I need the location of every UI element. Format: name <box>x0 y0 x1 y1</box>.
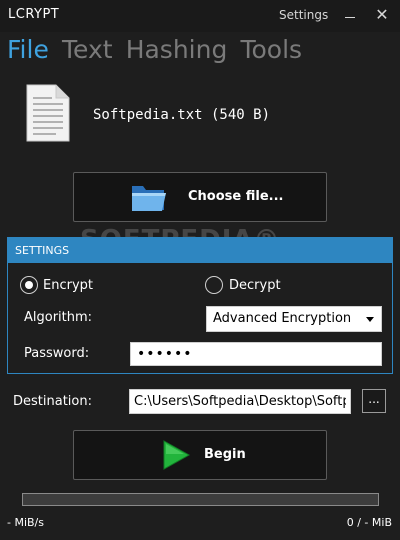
file-name-label: Softpedia.txt (540 B) <box>93 107 271 123</box>
encrypt-label: Encrypt <box>43 278 93 293</box>
settings-link[interactable]: Settings <box>279 8 328 22</box>
close-button[interactable]: ✕ <box>371 4 393 26</box>
settings-group: SETTINGS Encrypt Decrypt Algorithm: Adva… <box>7 237 393 374</box>
progress-bar <box>22 493 379 506</box>
tab-text[interactable]: Text <box>62 35 113 64</box>
browse-button[interactable]: ... <box>362 389 386 413</box>
title-bar: LCRYPT Settings ✕ <box>0 0 400 32</box>
destination-field[interactable] <box>129 389 351 414</box>
password-label: Password: <box>24 346 90 361</box>
tab-hashing[interactable]: Hashing <box>126 35 228 64</box>
algorithm-select[interactable]: Advanced Encryption Standard <box>206 306 382 332</box>
folder-icon <box>132 186 166 211</box>
password-field[interactable] <box>130 342 382 366</box>
document-icon <box>26 84 70 142</box>
choose-file-label: Choose file... <box>188 189 284 204</box>
play-icon <box>163 440 190 470</box>
encrypt-radio[interactable] <box>20 276 38 294</box>
size-progress-text: 0 / - MiB <box>346 516 392 529</box>
app-title: LCRYPT <box>8 7 60 22</box>
settings-title: SETTINGS <box>15 244 70 257</box>
main-tabs: File Text Hashing Tools <box>7 35 311 71</box>
tab-file[interactable]: File <box>7 35 49 64</box>
destination-label: Destination: <box>13 394 92 409</box>
algorithm-label: Algorithm: <box>24 310 93 325</box>
decrypt-label: Decrypt <box>229 278 281 293</box>
tab-tools[interactable]: Tools <box>240 35 302 64</box>
minimize-button[interactable] <box>339 4 361 26</box>
chevron-down-icon <box>366 317 374 322</box>
speed-text: - MiB/s <box>7 516 44 529</box>
begin-label: Begin <box>204 447 246 462</box>
decrypt-radio[interactable] <box>205 276 223 294</box>
choose-file-button[interactable]: Choose file... <box>73 172 327 222</box>
begin-button[interactable]: Begin <box>73 430 327 480</box>
algorithm-value: Advanced Encryption Standard <box>213 311 353 326</box>
settings-header: SETTINGS <box>8 238 392 263</box>
